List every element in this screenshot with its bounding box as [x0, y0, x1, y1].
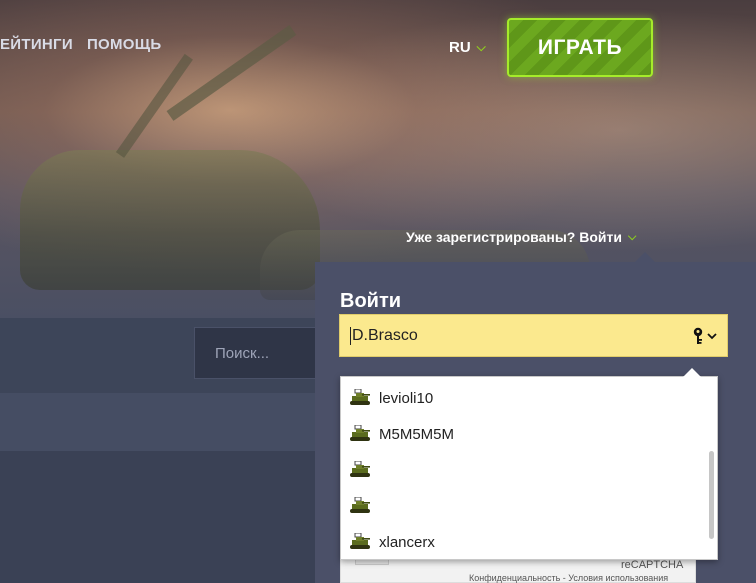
top-nav: ЕЙТИНГИ ПОМОЩЬ	[0, 36, 161, 60]
autocomplete-item-label: levioli10	[379, 389, 434, 407]
text-caret	[350, 326, 351, 345]
dropdown-scrollbar[interactable]	[709, 451, 714, 539]
login-toggle-label: Уже зарегистрированы? Войти	[406, 229, 622, 245]
tank-icon	[349, 389, 371, 407]
login-toggle-link[interactable]: Уже зарегистрированы? Войти ⌵	[406, 229, 636, 245]
tank-icon	[349, 425, 371, 443]
key-icon	[693, 327, 703, 344]
search-placeholder: Поиск...	[215, 344, 270, 362]
chevron-down-icon: ⌵	[476, 40, 486, 54]
language-selector[interactable]: RU ⌵	[449, 39, 486, 56]
autocomplete-item[interactable]: M5M5M5M	[341, 416, 709, 452]
username-value: D.Brasco	[352, 326, 418, 344]
nav-item-ratings[interactable]: ЕЙТИНГИ	[0, 36, 73, 60]
tank-icon	[349, 461, 371, 479]
tank-icon	[349, 497, 371, 515]
autocomplete-item-label: M5M5M5M	[379, 425, 455, 443]
recaptcha-title: reCAPTCHA	[621, 559, 684, 571]
chevron-down-icon: ⌵	[627, 230, 637, 243]
search-input[interactable]: Поиск...	[194, 327, 320, 379]
chevron-down-icon	[707, 332, 717, 339]
language-label: RU	[449, 39, 471, 56]
autocomplete-item-label: xlancerx	[379, 533, 435, 551]
autocomplete-item[interactable]: levioli10	[341, 380, 709, 416]
password-manager-button[interactable]	[692, 327, 717, 345]
autocomplete-item[interactable]: xlancerx	[341, 524, 709, 560]
play-button[interactable]: ИГРАТЬ	[507, 18, 653, 77]
nav-item-help[interactable]: ПОМОЩЬ	[87, 36, 161, 60]
autocomplete-dropdown: levioli10 M5M5M5M xlancerx	[340, 368, 718, 560]
recaptcha-links[interactable]: Конфиденциальность - Условия использован…	[469, 573, 668, 583]
tank-icon	[349, 533, 371, 551]
hero-tank-barrel	[166, 25, 297, 121]
autocomplete-item[interactable]	[341, 452, 709, 488]
autocomplete-item[interactable]	[341, 488, 709, 524]
username-field[interactable]: D.Brasco	[339, 314, 728, 357]
dropdown-pointer	[683, 368, 701, 377]
login-title: Войти	[340, 290, 402, 312]
panel-pointer	[635, 252, 655, 262]
